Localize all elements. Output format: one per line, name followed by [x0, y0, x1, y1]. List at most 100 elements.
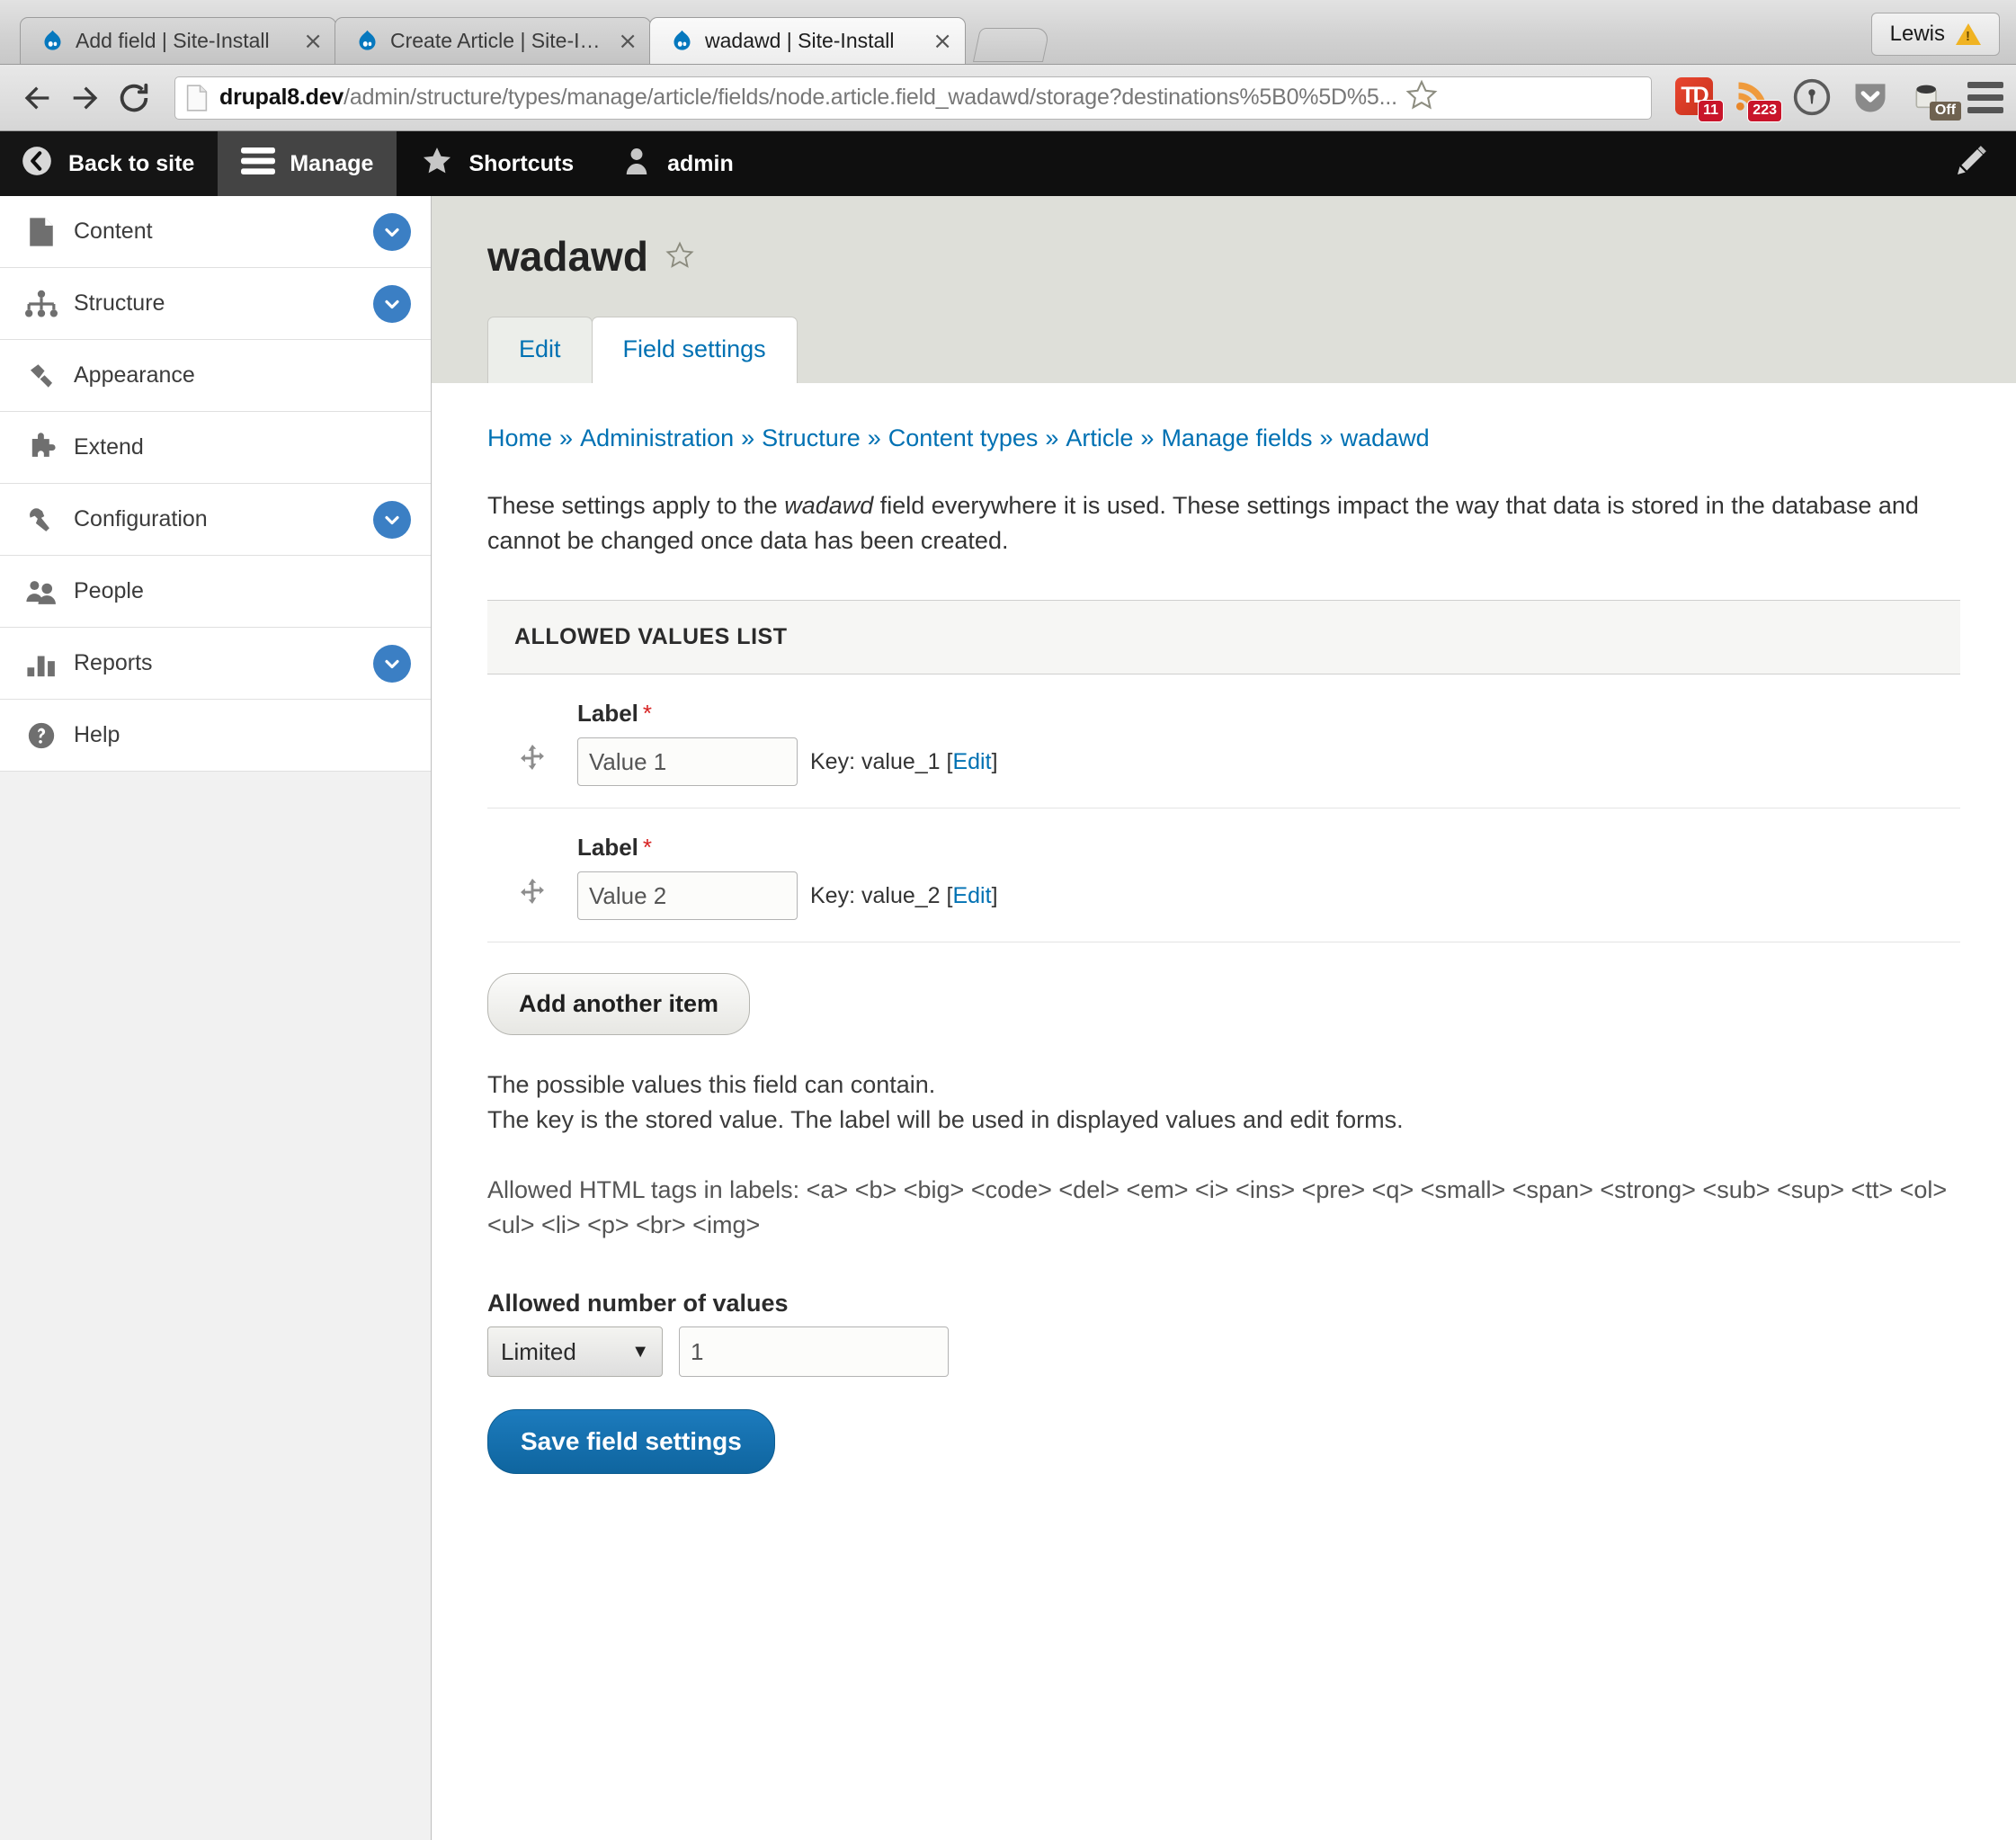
breadcrumb-item-home[interactable]: Home	[487, 424, 552, 451]
shortcuts-tab[interactable]: Shortcuts	[397, 131, 597, 196]
drag-move-icon[interactable]	[507, 700, 558, 772]
drag-move-icon[interactable]	[507, 834, 558, 906]
sidebar-item-label: Content	[74, 219, 153, 244]
content-region: Home» Administration» Structure» Content ty…	[432, 383, 2016, 1475]
label-text: Label	[577, 834, 638, 862]
profile-label: Lewis	[1889, 22, 1945, 46]
browser-profile-button[interactable]: Lewis	[1870, 13, 2000, 56]
url-bar[interactable]: drupal8.dev/admin/structure/types/manage…	[174, 76, 1652, 120]
manage-tab[interactable]: Manage	[218, 131, 397, 196]
tab-field-settings[interactable]: Field settings	[591, 317, 798, 383]
forward-button[interactable]	[61, 74, 110, 122]
browser-tab-active[interactable]: wadawd | Site-Install ×	[649, 17, 966, 64]
breadcrumb-item-structure[interactable]: Structure	[762, 424, 861, 451]
sidebar-item-label: Appearance	[74, 362, 195, 388]
label-input[interactable]	[577, 871, 798, 921]
account-tab[interactable]: admin	[597, 131, 757, 196]
new-tab-button[interactable]	[972, 28, 1051, 62]
sidebar-item-configuration[interactable]: Configuration	[0, 484, 431, 556]
sidebar-item-help[interactable]: Help	[0, 700, 431, 772]
sidebar-item-label: People	[74, 578, 144, 603]
browser-tab[interactable]: Add field | Site-Install ×	[20, 17, 336, 64]
paintbrush-icon	[22, 361, 61, 391]
edit-mode-toggle[interactable]	[1942, 131, 1998, 196]
breadcrumb-item-content-types[interactable]: Content types	[888, 424, 1039, 451]
star-outline-icon[interactable]	[1405, 78, 1439, 117]
onepassword-extension[interactable]	[1792, 77, 1833, 119]
page-tabs: Edit Field settings	[487, 317, 2016, 383]
breadcrumb-separator: »	[559, 424, 574, 451]
close-icon[interactable]: ×	[618, 30, 638, 53]
breadcrumb-item-administration[interactable]: Administration	[580, 424, 734, 451]
cardinality-select-value: Limited	[501, 1337, 576, 1365]
file-icon	[22, 217, 61, 247]
sidebar-item-structure[interactable]: Structure	[0, 268, 431, 340]
question-circle-icon	[22, 720, 61, 751]
rss-extension[interactable]: 223	[1734, 77, 1782, 122]
cardinality-row: Limited ▼	[487, 1326, 1960, 1378]
key-prefix: Key:	[810, 882, 856, 908]
field-settings-description: These settings apply to the wadawd field…	[487, 488, 1960, 558]
people-icon	[22, 576, 61, 607]
close-icon[interactable]: ×	[303, 30, 323, 53]
breadcrumb-item-wadawd[interactable]: wadawd	[1341, 424, 1430, 451]
allowed-values-legend: ALLOWED VALUES LIST	[487, 600, 1960, 675]
sidebar-item-appearance[interactable]: Appearance	[0, 340, 431, 412]
drupal-drop-icon	[40, 29, 65, 53]
label-input-row: Key: value_2 [Edit]	[577, 871, 998, 921]
pocket-extension[interactable]	[1851, 77, 1892, 119]
shortcuts-label: Shortcuts	[468, 150, 575, 176]
back-to-site-button[interactable]: Back to site	[0, 131, 219, 196]
breadcrumb-separator: »	[1319, 424, 1334, 451]
required-marker: *	[642, 700, 653, 728]
allowed-value-row: Label* Key: value_2 [Edit]	[487, 808, 1960, 943]
user-icon	[620, 145, 653, 183]
save-field-settings-button[interactable]: Save field settings	[487, 1409, 775, 1475]
required-marker: *	[642, 834, 653, 862]
breadcrumb-separator: »	[867, 424, 881, 451]
cardinality-number-input[interactable]	[679, 1326, 949, 1378]
url-host: drupal8.dev	[219, 85, 344, 110]
pocket-chevron-icon	[1851, 83, 1890, 121]
page-title-text: wadawd	[487, 233, 648, 280]
close-icon[interactable]: ×	[932, 30, 952, 53]
browser-tab-title: Create Article | Site-Install	[390, 29, 610, 52]
allowed-values-help: The possible values this field can conta…	[487, 1067, 1960, 1137]
cardinality-select[interactable]: Limited ▼	[487, 1326, 663, 1378]
url-path: /admin/structure/types/manage/article/fi…	[343, 85, 1397, 110]
todoist-extension[interactable]: TD 11	[1675, 76, 1724, 122]
sidebar-item-extend[interactable]: Extend	[0, 412, 431, 484]
page-header: wadawd Edit Field settings	[432, 196, 2016, 383]
hamburger-icon[interactable]	[1967, 82, 2003, 113]
browser-tabstrip: Add field | Site-Install × Create Articl…	[0, 0, 2016, 65]
chevron-down-icon[interactable]	[373, 500, 411, 539]
breadcrumb-item-manage-fields[interactable]: Manage fields	[1161, 424, 1312, 451]
reload-button[interactable]	[110, 74, 158, 122]
drupal-admin-toolbar: Back to site Manage Shortcuts admin	[0, 131, 2016, 196]
edit-key-link[interactable]: Edit	[952, 749, 991, 774]
edit-key-link[interactable]: Edit	[952, 883, 991, 908]
browser-tab[interactable]: Create Article | Site-Install ×	[335, 17, 651, 64]
sitemap-icon	[22, 290, 61, 318]
label-input[interactable]	[577, 737, 798, 787]
sidebar-item-content[interactable]: Content	[0, 196, 431, 268]
chevron-down-icon[interactable]	[373, 212, 411, 251]
wrench-icon	[22, 505, 61, 535]
breadcrumb-separator: »	[1045, 424, 1059, 451]
tab-edit[interactable]: Edit	[487, 317, 593, 383]
add-another-item-button[interactable]: Add another item	[487, 973, 751, 1036]
chevron-down-icon[interactable]	[373, 644, 411, 683]
intro-before: These settings apply to the	[487, 492, 785, 519]
star-icon	[420, 144, 454, 184]
back-button[interactable]	[13, 74, 61, 122]
breadcrumb-separator: »	[1140, 424, 1155, 451]
browser-navbar: drupal8.dev/admin/structure/types/manage…	[0, 65, 2016, 131]
chevron-down-icon[interactable]	[373, 284, 411, 323]
sidebar-item-reports[interactable]: Reports	[0, 628, 431, 700]
caffeine-extension[interactable]: Off	[1909, 77, 1961, 121]
sidebar-item-label: Extend	[74, 434, 144, 460]
sidebar-item-people[interactable]: People	[0, 556, 431, 628]
breadcrumb-item-article[interactable]: Article	[1066, 424, 1133, 451]
bar-chart-icon	[22, 649, 61, 678]
star-outline-icon[interactable]	[665, 232, 695, 281]
